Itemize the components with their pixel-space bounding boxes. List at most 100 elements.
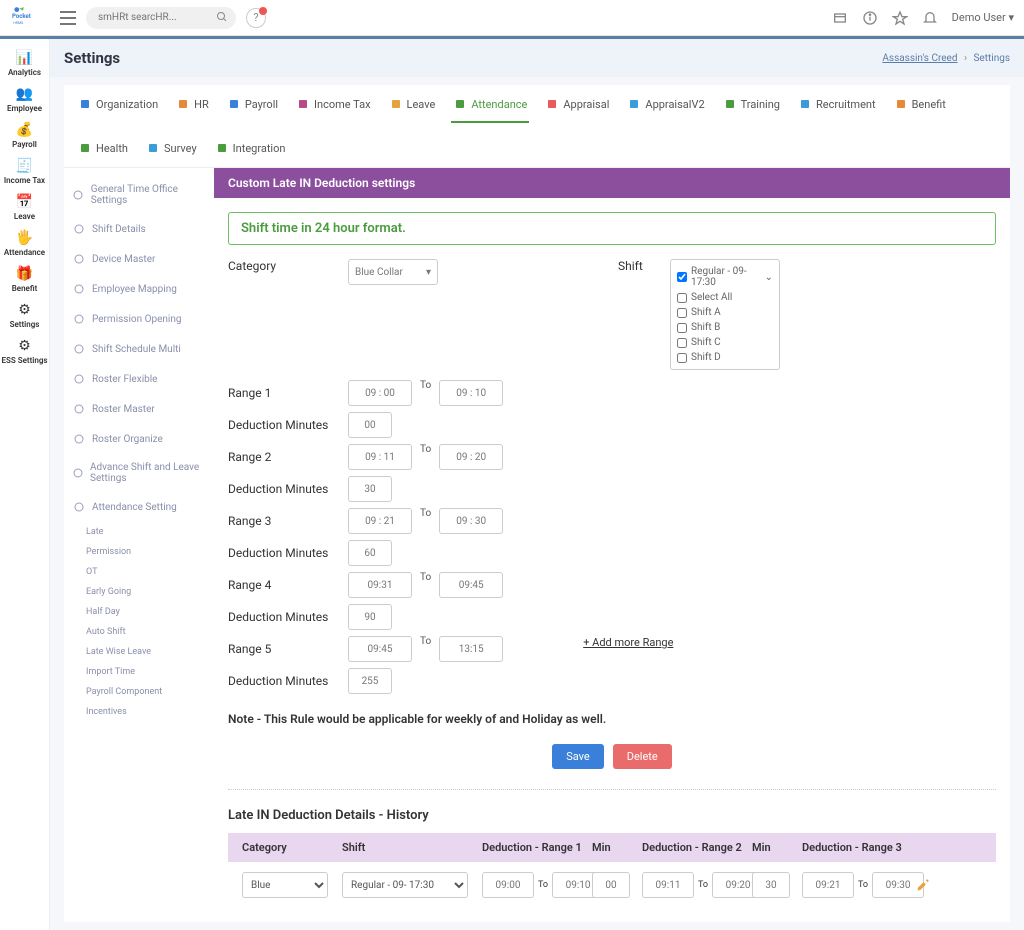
- sidemenu-attendance-setting[interactable]: Attendance Setting: [68, 492, 210, 522]
- tab-appraisalv2[interactable]: AppraisalV2: [625, 93, 706, 123]
- range-3-to[interactable]: [439, 508, 503, 534]
- sidemenu-device-master[interactable]: Device Master: [68, 244, 210, 274]
- to-label: To: [420, 572, 431, 583]
- range-5-to[interactable]: [439, 636, 503, 662]
- rail-item-benefit[interactable]: 🎁Benefit: [0, 261, 49, 297]
- submenu-ot[interactable]: OT: [86, 562, 210, 582]
- deduction-3-value[interactable]: [348, 540, 392, 566]
- rail-icon: 🎁: [14, 265, 36, 283]
- star-icon[interactable]: [892, 10, 908, 26]
- tab-integration[interactable]: Integration: [213, 137, 288, 167]
- shift-option[interactable]: Select All: [677, 290, 773, 305]
- rail-item-payroll[interactable]: 💰Payroll: [0, 117, 49, 153]
- sidemenu-advance-shift-and-leave-settings[interactable]: Advance Shift and Leave Settings: [68, 454, 210, 492]
- sidemenu-employee-mapping[interactable]: Employee Mapping: [68, 274, 210, 304]
- delete-button[interactable]: Delete: [613, 744, 672, 769]
- top-right-tools: Demo User ▾: [832, 10, 1014, 26]
- rail-item-analytics[interactable]: 📊Analytics: [0, 45, 49, 81]
- sidemenu-shift-schedule-multi[interactable]: Shift Schedule Multi: [68, 334, 210, 364]
- add-more-range[interactable]: + Add more Range: [583, 636, 673, 649]
- help-icon[interactable]: ?: [246, 8, 266, 28]
- sidemenu-roster-master[interactable]: Roster Master: [68, 394, 210, 424]
- submenu-incentives[interactable]: Incentives: [86, 702, 210, 722]
- submenu-import-time[interactable]: Import Time: [86, 662, 210, 682]
- tab-icon: [146, 141, 160, 155]
- tab-recruitment[interactable]: Recruitment: [796, 93, 878, 123]
- range-5-from[interactable]: [348, 636, 412, 662]
- tab-attendance[interactable]: Attendance: [451, 93, 529, 123]
- rail-item-leave[interactable]: 📅Leave: [0, 189, 49, 225]
- submenu-late-wise-leave[interactable]: Late Wise Leave: [86, 642, 210, 662]
- sidemenu-icon: [72, 466, 84, 480]
- submenu-early-going[interactable]: Early Going: [86, 582, 210, 602]
- tab-payroll[interactable]: Payroll: [225, 93, 280, 123]
- org-icon[interactable]: [832, 10, 848, 26]
- save-button[interactable]: Save: [552, 744, 604, 769]
- rail-icon: 🧾: [14, 157, 36, 175]
- tab-survey[interactable]: Survey: [144, 137, 199, 167]
- history-r1-from[interactable]: [482, 872, 534, 898]
- user-menu[interactable]: Demo User ▾: [952, 11, 1014, 24]
- deduction-5-value[interactable]: [348, 668, 392, 694]
- rail-icon: 🖐: [14, 229, 36, 247]
- tab-income tax[interactable]: Income Tax: [294, 93, 373, 123]
- rail-icon: 💰: [14, 121, 36, 139]
- shift-option[interactable]: Shift D: [677, 350, 773, 365]
- rail-item-ess-settings[interactable]: ⚙ESS Settings: [0, 333, 49, 369]
- range-4-from[interactable]: [348, 572, 412, 598]
- history-r2-from[interactable]: [642, 872, 694, 898]
- tab-training[interactable]: Training: [721, 93, 782, 123]
- info-icon[interactable]: [862, 10, 878, 26]
- sidemenu-roster-flexible[interactable]: Roster Flexible: [68, 364, 210, 394]
- deduction-label: Deduction Minutes: [228, 668, 348, 688]
- submenu-late[interactable]: Late: [86, 522, 210, 542]
- range-1-to[interactable]: [439, 380, 503, 406]
- deduction-2-value[interactable]: [348, 476, 392, 502]
- bell-icon[interactable]: [922, 10, 938, 26]
- category-select[interactable]: Blue Collar▾: [348, 259, 438, 285]
- menu-toggle-icon[interactable]: [60, 11, 76, 25]
- rail-item-employee[interactable]: 👥Employee: [0, 81, 49, 117]
- sidemenu-general-time-office-settings[interactable]: General Time Office Settings: [68, 176, 210, 214]
- submenu-permission[interactable]: Permission: [86, 542, 210, 562]
- sidemenu-shift-details[interactable]: Shift Details: [68, 214, 210, 244]
- tab-leave[interactable]: Leave: [387, 93, 438, 123]
- shift-multiselect[interactable]: Regular - 09- 17:30⌄ Select AllShift ASh…: [670, 259, 780, 370]
- rule-note: Note - This Rule would be applicable for…: [228, 712, 996, 726]
- breadcrumb-page: Settings: [973, 53, 1010, 64]
- tab-benefit[interactable]: Benefit: [892, 93, 948, 123]
- submenu-payroll-component[interactable]: Payroll Component: [86, 682, 210, 702]
- global-search-input[interactable]: [86, 7, 236, 29]
- history-category-select[interactable]: Blue: [242, 872, 328, 898]
- to-label: To: [420, 380, 431, 391]
- chevron-down-icon: ⌄: [765, 272, 773, 283]
- shift-option[interactable]: Shift A: [677, 305, 773, 320]
- rail-item-attendance[interactable]: 🖐Attendance: [0, 225, 49, 261]
- shift-option[interactable]: Shift C: [677, 335, 773, 350]
- rail-item-income-tax[interactable]: 🧾Income Tax: [0, 153, 49, 189]
- sidemenu-roster-organize[interactable]: Roster Organize: [68, 424, 210, 454]
- shift-option[interactable]: Shift B: [677, 320, 773, 335]
- tab-appraisal[interactable]: Appraisal: [543, 93, 611, 123]
- edit-icon[interactable]: [916, 878, 930, 892]
- range-4-to[interactable]: [439, 572, 503, 598]
- range-2-from[interactable]: [348, 444, 412, 470]
- history-r3-from[interactable]: [802, 872, 854, 898]
- range-3-from[interactable]: [348, 508, 412, 534]
- history-m1[interactable]: [592, 872, 630, 898]
- submenu-half-day[interactable]: Half Day: [86, 602, 210, 622]
- tab-health[interactable]: Health: [76, 137, 130, 167]
- rail-item-settings[interactable]: ⚙Settings: [0, 297, 49, 333]
- history-m2[interactable]: [752, 872, 790, 898]
- tab-hr[interactable]: HR: [174, 93, 211, 123]
- deduction-4-value[interactable]: [348, 604, 392, 630]
- search-icon[interactable]: [216, 11, 228, 23]
- submenu-auto-shift[interactable]: Auto Shift: [86, 622, 210, 642]
- deduction-1-value[interactable]: [348, 412, 392, 438]
- breadcrumb-org[interactable]: Assassin's Creed: [882, 53, 957, 64]
- sidemenu-permission-opening[interactable]: Permission Opening: [68, 304, 210, 334]
- range-2-to[interactable]: [439, 444, 503, 470]
- history-shift-select[interactable]: Regular - 09- 17:30: [342, 872, 468, 898]
- tab-organization[interactable]: Organization: [76, 93, 160, 123]
- range-1-from[interactable]: [348, 380, 412, 406]
